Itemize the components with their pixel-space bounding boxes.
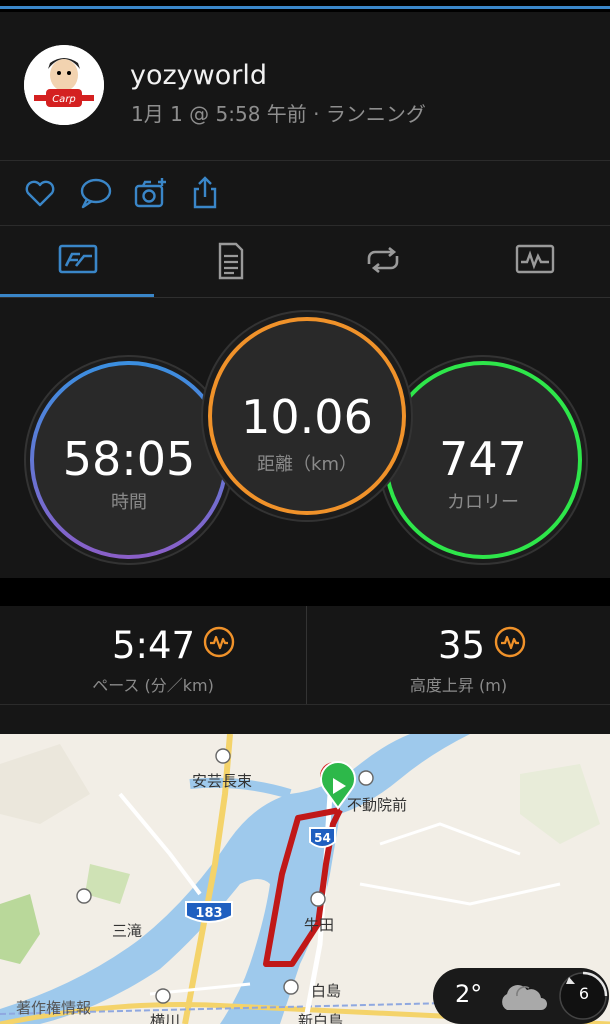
section-gap [0, 578, 610, 606]
distance-value: 10.06 [241, 390, 373, 444]
map-label-mitaki: 三滝 [112, 922, 143, 940]
top-accent-line [0, 6, 610, 9]
speech-bubble-icon[interactable] [78, 175, 114, 211]
tab-bar [0, 226, 610, 298]
elevation-label: 高度上昇 (m) [409, 676, 508, 695]
elevation-cell[interactable]: 35 高度上昇 (m) [307, 606, 610, 704]
chart-icon [515, 244, 555, 274]
distance-label: 距離（km） [257, 454, 357, 475]
calories-label: カロリー [447, 492, 519, 513]
map-label-yokogawa: 横川 [150, 1012, 181, 1024]
route-54-label: 54 [314, 831, 331, 845]
document-icon [218, 242, 244, 280]
activity-meta: 1月 1 @ 5:58 午前 · ランニング [131, 102, 426, 126]
map-label-ushita: 牛田 [304, 916, 335, 934]
map-label-shinhakushima: 新白島 [298, 1012, 344, 1024]
camera-plus-icon[interactable] [133, 175, 169, 211]
wind-speed: 6 [578, 984, 590, 1003]
temperature: 2° [455, 980, 483, 1008]
cloud-icon [502, 985, 547, 1010]
share-icon[interactable] [187, 175, 223, 211]
calories-value: 747 [439, 432, 527, 486]
activity-header: Carp yozyworld 1月 1 @ 5:58 午前 · ランニング [0, 12, 610, 160]
avatar-image: Carp [24, 45, 104, 125]
pace-value: 5:47 [112, 624, 196, 667]
laps-icon [367, 246, 399, 274]
username[interactable]: yozyworld [130, 60, 267, 91]
action-bar [0, 161, 610, 225]
summary-icon [58, 244, 98, 274]
pace-badge-icon [203, 626, 235, 658]
map-label-fudoin-mae: 不動院前 [347, 796, 408, 814]
avatar[interactable]: Carp [24, 45, 104, 125]
section-gap [0, 704, 610, 734]
stats-panel: 58:05 時間 10.06 距離（km） 747 カロリー [0, 298, 610, 578]
tab-laps[interactable] [305, 226, 457, 298]
tab-summary[interactable] [0, 226, 152, 298]
metrics-row: 5:47 ペース (分／km) 35 高度上昇 (m) [0, 606, 610, 704]
pace-label: ペース (分／km) [92, 676, 214, 695]
map-label-hakushima: 白島 [311, 982, 342, 1000]
tab-charts[interactable] [457, 226, 609, 298]
map-label-aki-nagatsuka: 安芸長束 [192, 772, 253, 790]
map-copyright-link[interactable]: 著作権情報 [16, 997, 91, 1018]
pace-cell[interactable]: 5:47 ペース (分／km) [0, 606, 306, 704]
route-183-label: 183 [195, 906, 223, 921]
svg-text:Carp: Carp [52, 94, 76, 105]
elevation-value: 35 [438, 624, 486, 667]
time-value: 58:05 [62, 432, 196, 486]
elevation-badge-icon [494, 626, 526, 658]
route-map[interactable]: 安芸長束 不動院前 三滝 牛田 白島 横川 新白島 著作権情報 54 183 2… [0, 734, 610, 1024]
tab-details[interactable] [152, 226, 304, 298]
heart-icon[interactable] [22, 175, 58, 211]
time-label: 時間 [111, 492, 147, 513]
weather-widget[interactable]: 2° 6 [433, 968, 609, 1024]
